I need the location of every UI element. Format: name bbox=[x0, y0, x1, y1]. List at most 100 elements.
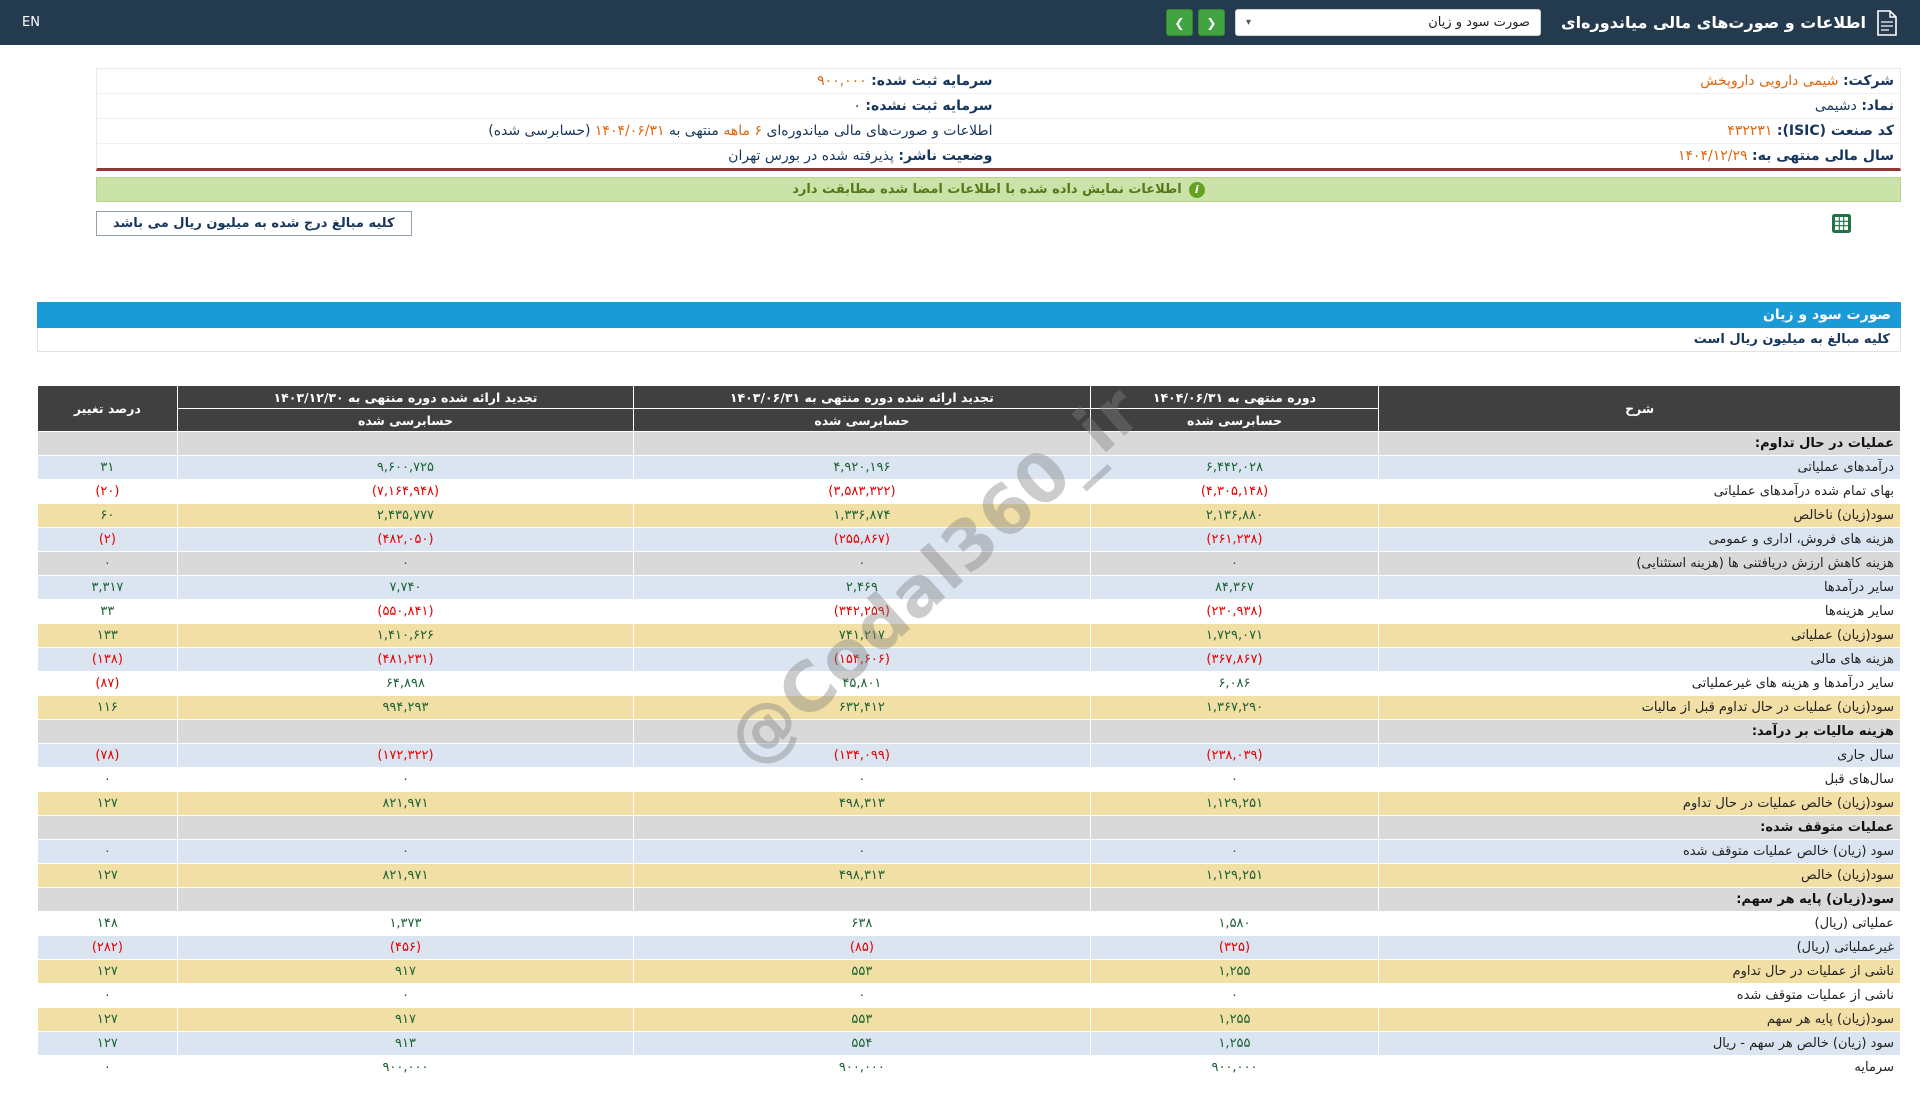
report-type-selected-value: صورت سود و زیان bbox=[1428, 15, 1530, 30]
current-period-value: (۴,۳۰۵,۱۴۸) bbox=[1089, 479, 1380, 504]
statement-row: سایر درآمدها و هزینه های غیرعملیاتی ۶,۰۸۶… bbox=[37, 671, 1901, 696]
statement-title-bar: صورت سود و زیان bbox=[37, 302, 1901, 328]
change-percent-value: (۲) bbox=[37, 527, 178, 552]
row-label: سایر درآمدها bbox=[1378, 575, 1901, 600]
row-label: هزینه کاهش ارزش دریافتنی ها (هزینه استثن… bbox=[1378, 551, 1901, 576]
prior-period-value bbox=[633, 431, 1091, 456]
change-percent-value: ۱۲۷ bbox=[37, 791, 178, 816]
row-label: هزینه های فروش، اداری و عمومی bbox=[1378, 527, 1901, 552]
annual-period-value: ۹,۶۰۰,۷۲۵ bbox=[176, 455, 635, 480]
annual-period-value: ۹۰۰,۰۰۰ bbox=[176, 1055, 635, 1080]
row-label: سود (زیان) خالص هر سهم - ریال bbox=[1378, 1031, 1901, 1056]
excel-export-button[interactable] bbox=[1832, 214, 1851, 233]
change-percent-value: ۰ bbox=[37, 1055, 178, 1080]
current-period-value: ۶,۰۸۶ bbox=[1089, 671, 1380, 696]
current-period-value: ۸۴,۳۶۷ bbox=[1089, 575, 1380, 600]
row-label: سال جاری bbox=[1378, 743, 1901, 768]
nav-back-button[interactable]: ❮ bbox=[1197, 9, 1225, 36]
language-toggle-link[interactable]: EN bbox=[22, 15, 40, 30]
statement-row: سود (زیان) خالص عملیات متوقف شده ۰ ۰ ۰ ۰ bbox=[37, 839, 1901, 864]
annual-period-value: (۴۸۲,۰۵۰) bbox=[176, 527, 635, 552]
company-info-row: نماد: دشیمی سرمایه ثبت نشده: ۰ bbox=[97, 93, 1900, 119]
chevron-down-icon: ▾ bbox=[1245, 17, 1251, 28]
info-icon: i bbox=[1188, 181, 1205, 198]
statement-row: درآمدهای عملیاتی ۶,۴۴۲,۰۲۸ ۴,۹۲۰,۱۹۶ ۹,۶۰۰,… bbox=[37, 455, 1901, 480]
topbar-right-group: اطلاعات و صورت‌های مالی میاندوره‌ای صورت… bbox=[1165, 9, 1898, 36]
change-percent-value bbox=[37, 887, 178, 912]
prior-period-value: (۳۴۲,۲۵۹) bbox=[633, 599, 1091, 624]
prior-period-value: ۱,۳۳۶,۸۷۴ bbox=[633, 503, 1091, 528]
statement-row: سایر هزینه‌ها (۲۳۰,۹۳۸) (۳۴۲,۲۵۹) (۵۵۰,۸۴۱)… bbox=[37, 599, 1901, 624]
current-period-value: ۱,۱۲۹,۲۵۱ bbox=[1089, 863, 1380, 888]
current-period-value: ۲,۱۳۶,۸۸۰ bbox=[1089, 503, 1380, 528]
current-period-value: ۹۰۰,۰۰۰ bbox=[1089, 1055, 1380, 1080]
current-period-value bbox=[1089, 431, 1380, 456]
col-subheader-audited: حسابرسی شده bbox=[1089, 408, 1380, 432]
period-prefix: اطلاعات و صورت‌های مالی میاندوره‌ای bbox=[766, 123, 993, 139]
row-label: عملیات در حال تداوم: bbox=[1378, 431, 1901, 456]
annual-period-value: ۷,۷۴۰ bbox=[176, 575, 635, 600]
report-type-dropdown[interactable]: صورت سود و زیان ▾ bbox=[1234, 9, 1541, 36]
row-label: عملیات متوقف شده: bbox=[1378, 815, 1901, 840]
statement-row: سرمایه ۹۰۰,۰۰۰ ۹۰۰,۰۰۰ ۹۰۰,۰۰۰ ۰ bbox=[37, 1055, 1901, 1080]
unregistered-capital-cell: سرمایه ثبت نشده: ۰ bbox=[97, 93, 999, 119]
change-percent-value: ۱۳۳ bbox=[37, 623, 178, 648]
isic-cell: کد صنعت (ISIC): ۴۳۲۲۳۱ bbox=[998, 118, 1900, 144]
change-percent-value: ۳۳ bbox=[37, 599, 178, 624]
prior-period-value: (۱۳۴,۰۹۹) bbox=[633, 743, 1091, 768]
report-period-cell: اطلاعات و صورت‌های مالی میاندوره‌ای ۶ ما… bbox=[97, 118, 999, 144]
current-period-value: ۰ bbox=[1089, 767, 1380, 792]
income-statement-section: @Codal360_ir صورت سود و زیان کلیه مبالغ … bbox=[37, 302, 1901, 1080]
company-info-table: شرکت: شیمی دارویی داروپخش سرمایه ثبت شده… bbox=[97, 69, 1900, 168]
prior-period-value: ۰ bbox=[633, 767, 1091, 792]
row-label: سود(زیان) عملیات در حال تداوم قبل از مال… bbox=[1378, 695, 1901, 720]
annual-period-value bbox=[176, 887, 635, 912]
statement-table-body: عملیات در حال تداوم: درآمدهای عملیاتی ۶,۴۴… bbox=[37, 431, 1901, 1080]
prior-period-value: (۳,۵۸۳,۳۲۲) bbox=[633, 479, 1091, 504]
statement-row: هزینه های مالی (۳۶۷,۸۶۷) (۱۵۴,۶۰۶) (۴۸۱,۲۳۱… bbox=[37, 647, 1901, 672]
symbol-label: نماد: bbox=[1861, 98, 1894, 114]
annual-period-value: ۰ bbox=[176, 767, 635, 792]
change-percent-value: ۱۴۸ bbox=[37, 911, 178, 936]
prior-period-value: (۱۵۴,۶۰۶) bbox=[633, 647, 1091, 672]
excel-icon bbox=[1832, 214, 1851, 233]
prior-period-value: ۶۳۸ bbox=[633, 911, 1091, 936]
annual-period-value: (۴۵۶) bbox=[176, 935, 635, 960]
annual-period-value: ۹۱۷ bbox=[176, 1007, 635, 1032]
change-percent-value: ۰ bbox=[37, 983, 178, 1008]
unregistered-capital-label: سرمایه ثبت نشده: bbox=[865, 98, 993, 114]
current-period-value bbox=[1089, 887, 1380, 912]
amount-unit-note: کلیه مبالغ درج شده به میلیون ریال می باش… bbox=[96, 211, 412, 236]
annual-period-value: ۶۴,۸۹۸ bbox=[176, 671, 635, 696]
current-period-value: ۱,۲۵۵ bbox=[1089, 1007, 1380, 1032]
statement-row: سود (زیان) خالص هر سهم - ریال ۱,۲۵۵ ۵۵۴ ۹۱۳… bbox=[37, 1031, 1901, 1056]
row-label: غیرعملیاتی (ریال) bbox=[1378, 935, 1901, 960]
annual-period-value: ۰ bbox=[176, 839, 635, 864]
row-label: سایر هزینه‌ها bbox=[1378, 599, 1901, 624]
prior-period-value: ۵۵۴ bbox=[633, 1031, 1091, 1056]
annual-period-value: (۴۸۱,۲۳۱) bbox=[176, 647, 635, 672]
nav-forward-button[interactable]: ❯ bbox=[1165, 9, 1193, 36]
annual-period-value bbox=[176, 719, 635, 744]
current-period-value: ۰ bbox=[1089, 839, 1380, 864]
registered-capital-cell: سرمایه ثبت شده: ۹۰۰,۰۰۰ bbox=[97, 69, 999, 94]
annual-period-value: ۸۲۱,۹۷۱ bbox=[176, 791, 635, 816]
annual-period-value: ۱,۳۷۳ bbox=[176, 911, 635, 936]
current-period-value: (۲۶۱,۲۳۸) bbox=[1089, 527, 1380, 552]
current-period-value bbox=[1089, 719, 1380, 744]
prior-period-value: ۲,۴۶۹ bbox=[633, 575, 1091, 600]
prior-period-value: ۰ bbox=[633, 839, 1091, 864]
report-document-icon bbox=[1876, 9, 1898, 36]
symbol-value: دشیمی bbox=[1814, 98, 1857, 114]
statement-section-row: عملیات متوقف شده: bbox=[37, 815, 1901, 840]
current-period-value: ۱,۵۸۰ bbox=[1089, 911, 1380, 936]
change-percent-value: (۲۰) bbox=[37, 479, 178, 504]
fiscal-year-label: سال مالی منتهی به: bbox=[1752, 148, 1894, 164]
row-label: درآمدهای عملیاتی bbox=[1378, 455, 1901, 480]
note-row: کلیه مبالغ درج شده به میلیون ریال می باش… bbox=[96, 211, 1901, 236]
statement-row: سال جاری (۲۳۸,۰۳۹) (۱۳۴,۰۹۹) (۱۷۲,۳۲۲) (۷۸) bbox=[37, 743, 1901, 768]
change-percent-value bbox=[37, 431, 178, 456]
annual-period-value: (۵۵۰,۸۴۱) bbox=[176, 599, 635, 624]
company-name-cell: شرکت: شیمی دارویی داروپخش bbox=[998, 69, 1900, 94]
prior-period-value: ۰ bbox=[633, 983, 1091, 1008]
